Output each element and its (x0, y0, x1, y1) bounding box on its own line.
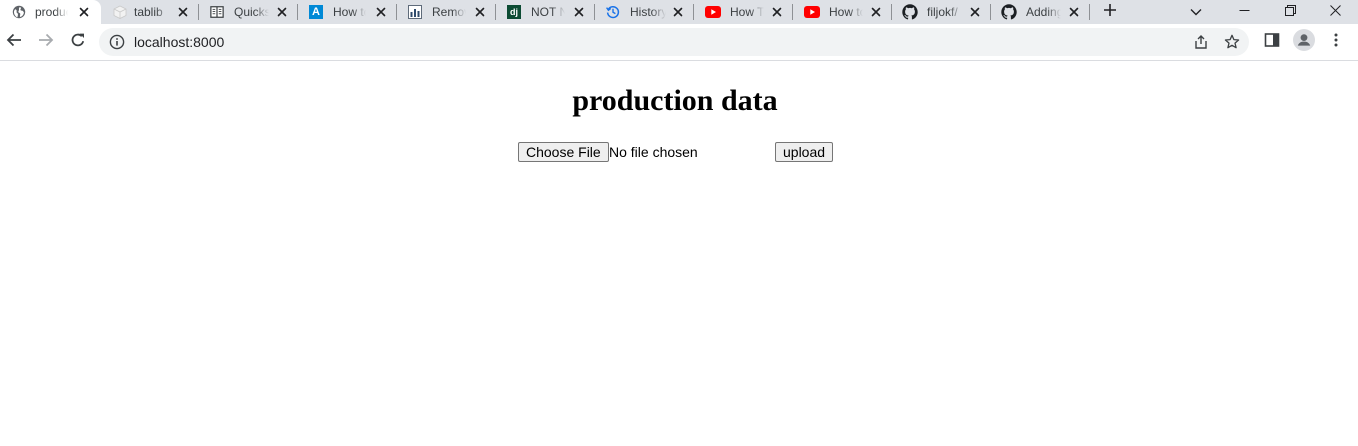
tab-youtube-1[interactable]: How To (694, 0, 792, 24)
tab-title: Quickstart (234, 5, 269, 19)
close-tab-icon[interactable] (967, 4, 983, 20)
close-tab-icon[interactable] (670, 4, 686, 20)
tab-search-button[interactable] (1182, 0, 1210, 24)
close-tab-icon[interactable] (472, 4, 488, 20)
tab-production-data[interactable]: production data (0, 0, 101, 24)
minimize-icon (1239, 3, 1250, 21)
arrow-left-icon (6, 32, 22, 53)
close-tab-icon[interactable] (274, 4, 290, 20)
close-icon (1329, 3, 1341, 21)
share-icon (1195, 35, 1207, 49)
tab-title: History (630, 5, 666, 19)
tab-history[interactable]: History (595, 0, 693, 24)
choose-file-button[interactable]: Choose File (518, 142, 609, 162)
globe-icon (12, 5, 26, 19)
new-tab-button[interactable] (1096, 0, 1124, 24)
tab-how-to-azure[interactable]: A How to (298, 0, 396, 24)
tab-title: Remove (432, 5, 466, 19)
tab-title: How to (333, 5, 366, 19)
back-button[interactable] (0, 28, 28, 56)
tab-title: filjokf/ (927, 5, 958, 19)
tab-title: How to (829, 5, 863, 19)
tab-github-2[interactable]: Adding (991, 0, 1089, 24)
restore-button[interactable] (1276, 0, 1304, 24)
avatar-icon (1293, 28, 1315, 56)
tab-strip: production data tablib Quickstart A How … (0, 0, 1358, 24)
azure-icon: A (309, 5, 323, 19)
upload-button[interactable]: upload (775, 142, 834, 162)
close-tab-icon[interactable] (868, 4, 884, 20)
tab-remove[interactable]: Remove (397, 0, 495, 24)
tab-title: NOT NULL (531, 5, 565, 19)
star-icon (1224, 34, 1240, 49)
plus-icon (1103, 3, 1117, 22)
github-icon (1001, 4, 1017, 20)
address-bar[interactable]: localhost:8000 (99, 28, 1249, 56)
tab-tablib[interactable]: tablib (101, 0, 198, 24)
browser-toolbar: localhost:8000 (0, 24, 1358, 61)
tab-separator (1089, 4, 1090, 20)
package-icon (113, 5, 127, 19)
page-content: production data Choose File No file chos… (0, 62, 1358, 446)
minimize-button[interactable] (1230, 0, 1258, 24)
file-status-text: No file chosen (609, 144, 698, 160)
close-tab-icon[interactable] (373, 4, 389, 20)
reload-icon (70, 32, 86, 53)
chart-icon (408, 5, 422, 19)
django-icon: dj (507, 5, 521, 19)
side-panel-icon (1264, 32, 1280, 53)
tab-github-1[interactable]: filjokf/ (892, 0, 990, 24)
reload-button[interactable] (64, 28, 92, 56)
book-icon (210, 5, 224, 19)
tab-not-null[interactable]: dj NOT NULL (496, 0, 594, 24)
close-window-button[interactable] (1321, 0, 1349, 24)
close-tab-icon[interactable] (175, 4, 191, 20)
page-title: production data (572, 84, 778, 117)
url-text[interactable]: localhost:8000 (134, 34, 224, 50)
side-panel-button[interactable] (1258, 28, 1286, 56)
chevron-down-icon (1190, 3, 1202, 21)
close-tab-icon[interactable] (76, 4, 92, 20)
tab-youtube-2[interactable]: How to (793, 0, 891, 24)
tab-title: How To (730, 5, 764, 19)
youtube-icon (705, 5, 721, 19)
menu-button[interactable] (1322, 28, 1350, 56)
forward-button[interactable] (32, 28, 60, 56)
tab-title: Adding (1026, 5, 1061, 19)
info-icon[interactable] (109, 34, 125, 50)
tab-quickstart[interactable]: Quickstart (199, 0, 297, 24)
more-vert-icon (1334, 33, 1338, 52)
bookmark-button[interactable] (1220, 30, 1244, 54)
history-icon (606, 5, 620, 19)
github-icon (902, 4, 918, 20)
tab-title: tablib (134, 5, 163, 19)
restore-icon (1284, 3, 1296, 21)
arrow-right-icon (38, 32, 54, 53)
profile-button[interactable] (1290, 28, 1318, 56)
share-button[interactable] (1189, 30, 1213, 54)
tab-title: production data (35, 5, 68, 19)
close-tab-icon[interactable] (769, 4, 785, 20)
close-tab-icon[interactable] (1066, 4, 1082, 20)
youtube-icon (804, 5, 820, 19)
upload-form: Choose File No file chosen upload (518, 142, 858, 162)
close-tab-icon[interactable] (571, 4, 587, 20)
